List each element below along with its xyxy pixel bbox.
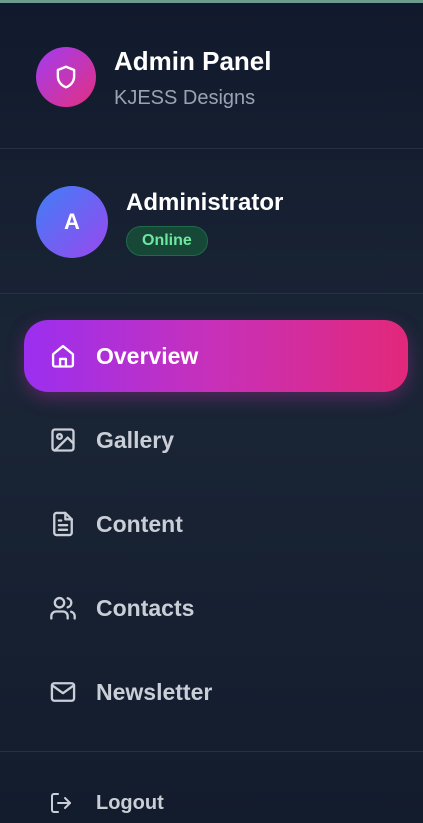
sidebar-item-label: Newsletter: [96, 678, 213, 705]
sidebar-footer: Logout: [0, 751, 423, 823]
home-icon: [49, 342, 77, 370]
sidebar-item-label: Overview: [96, 342, 199, 369]
brand-logo: [36, 47, 96, 107]
sidebar-item-contacts[interactable]: Contacts: [24, 572, 408, 644]
sidebar-item-content[interactable]: Content: [24, 488, 408, 560]
document-icon: [49, 510, 77, 538]
sidebar-item-label: Content: [96, 510, 183, 537]
logout-icon: [49, 791, 73, 815]
logout-button[interactable]: Logout: [49, 791, 164, 815]
mail-icon: [49, 678, 77, 706]
sidebar-item-label: Gallery: [96, 426, 174, 453]
brand-subtitle: KJESS Designs: [114, 87, 256, 109]
logout-label: Logout: [96, 791, 164, 814]
brand-title: Admin Panel: [114, 46, 272, 76]
sidebar-item-label: Contacts: [96, 594, 195, 621]
shield-icon: [53, 64, 79, 90]
status-badge: Online: [126, 226, 208, 256]
image-icon: [49, 426, 77, 454]
user-name: Administrator: [126, 189, 284, 216]
sidebar-nav: Overview Gallery Content Contacts Newsle…: [0, 293, 423, 752]
users-icon: [49, 594, 77, 622]
avatar[interactable]: A: [36, 186, 108, 258]
sidebar: Admin Panel KJESS Designs A Administrato…: [0, 0, 423, 823]
sidebar-item-overview[interactable]: Overview: [24, 320, 408, 392]
sidebar-item-gallery[interactable]: Gallery: [24, 404, 408, 476]
sidebar-item-newsletter[interactable]: Newsletter: [24, 656, 408, 728]
user-profile: A Administrator Online: [0, 148, 423, 294]
brand-header: Admin Panel KJESS Designs: [0, 3, 423, 149]
